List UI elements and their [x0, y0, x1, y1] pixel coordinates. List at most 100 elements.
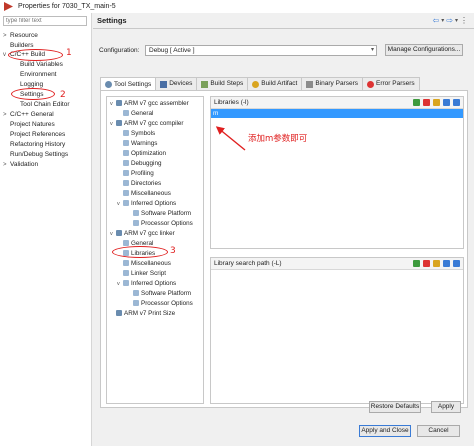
nav-item-environment[interactable]: Environment — [20, 70, 57, 79]
tree-item-linker-software-platform[interactable]: Software Platform — [133, 289, 191, 298]
tree-item-optimization[interactable]: Optimization — [123, 149, 166, 158]
tab-binary-parsers[interactable]: Binary Parsers — [301, 77, 363, 90]
highlight-circle — [11, 88, 55, 100]
tool-settings-icon — [105, 81, 112, 88]
tree-item-linker-miscellaneous[interactable]: Miscellaneous — [123, 259, 171, 268]
tree-item-profiling[interactable]: Profiling — [123, 169, 154, 178]
option-icon — [123, 190, 129, 196]
nav-item-resource[interactable]: > Resource — [3, 31, 38, 41]
settings-header: Settings ⇦ ▾ ⇨ ▾ ⋮ — [93, 13, 474, 29]
apply-and-close-button[interactable]: Apply and Close — [359, 425, 411, 437]
move-up-icon[interactable] — [443, 99, 450, 106]
move-up-icon[interactable] — [443, 260, 450, 267]
option-icon — [123, 260, 129, 266]
view-menu-icon[interactable]: ⋮ — [460, 16, 468, 25]
tree-item-compiler-miscellaneous[interactable]: Miscellaneous — [123, 189, 171, 198]
edit-icon[interactable] — [433, 99, 440, 106]
tree-item-gcc-compiler[interactable]: v ARM v7 gcc compiler — [110, 119, 184, 129]
tree-item-compiler-inferred-options[interactable]: v Inferred Options — [117, 199, 176, 209]
move-down-icon[interactable] — [453, 260, 460, 267]
configuration-select[interactable]: Debug [ Active ] ▾ — [145, 44, 377, 56]
tree-item-warnings[interactable]: Warnings — [123, 139, 157, 148]
back-arrow-icon[interactable]: ⇦ — [433, 16, 440, 25]
cancel-button[interactable]: Cancel — [417, 425, 460, 437]
tree-item-linker-inferred-options[interactable]: v Inferred Options — [117, 279, 176, 289]
highlight-circle — [112, 246, 168, 258]
move-down-icon[interactable] — [453, 99, 460, 106]
configuration-label: Configuration: — [99, 46, 140, 54]
option-icon — [123, 280, 129, 286]
tree-item-symbols[interactable]: Symbols — [123, 129, 155, 138]
library-item[interactable]: m — [211, 109, 463, 118]
tool-icon — [116, 100, 122, 106]
delete-icon[interactable] — [423, 99, 430, 106]
build-artifact-icon — [252, 80, 260, 88]
tree-item-compiler-processor-options[interactable]: Processor Options — [133, 219, 193, 228]
forward-arrow-icon[interactable]: ⇨ — [446, 16, 453, 25]
title-bar: Properties for 7030_TX_main-5 — [0, 0, 474, 13]
option-icon — [133, 290, 139, 296]
option-icon — [133, 300, 139, 306]
filter-input[interactable] — [3, 16, 87, 26]
libraries-panel: Libraries (-l) m — [210, 96, 464, 249]
tool-icon — [116, 310, 122, 316]
tree-item-debugging[interactable]: Debugging — [123, 159, 161, 168]
add-icon[interactable] — [413, 99, 420, 106]
edit-icon[interactable] — [433, 260, 440, 267]
build-steps-icon — [201, 80, 209, 88]
tree-item-linker-processor-options[interactable]: Processor Options — [133, 299, 193, 308]
tree-item-gcc-assembler[interactable]: v ARM v7 gcc assembler — [110, 99, 189, 109]
highlight-circle — [8, 49, 63, 61]
app-icon — [4, 2, 13, 11]
option-icon — [133, 220, 139, 226]
option-icon — [123, 200, 129, 206]
delete-icon[interactable] — [423, 260, 430, 267]
option-icon — [123, 130, 129, 136]
configuration-row: Configuration: Debug [ Active ] ▾ Manage… — [99, 44, 469, 56]
tree-item-linker-script[interactable]: Linker Script — [123, 269, 166, 278]
tree-item-assembler-general[interactable]: General — [123, 109, 153, 118]
nav-item-validation[interactable]: > Validation — [3, 160, 38, 170]
libraries-title: Libraries (-l) — [214, 99, 249, 106]
option-icon — [123, 110, 129, 116]
tree-item-print-size[interactable]: ARM v7 Print Size — [116, 309, 175, 318]
option-icon — [123, 270, 129, 276]
nav-item-tool-chain-editor[interactable]: Tool Chain Editor — [20, 100, 70, 109]
error-parsers-icon — [367, 80, 374, 88]
step-marker: 1 — [66, 48, 72, 58]
settings-tabs: Tool Settings Devices Build Steps Build … — [100, 77, 420, 91]
add-icon[interactable] — [413, 260, 420, 267]
tab-devices[interactable]: Devices — [155, 77, 198, 90]
option-icon — [123, 160, 129, 166]
step-marker: 2 — [60, 90, 66, 100]
manage-configurations-button[interactable]: Manage Configurations... — [385, 44, 463, 56]
back-dropdown-icon[interactable]: ▾ — [441, 17, 444, 24]
chevron-down-icon: ▾ — [370, 46, 374, 53]
tab-tool-settings[interactable]: Tool Settings — [100, 77, 157, 91]
restore-defaults-button[interactable]: Restore Defaults — [369, 401, 421, 413]
nav-item-build-variables[interactable]: Build Variables — [20, 60, 63, 69]
page-title: Settings — [97, 16, 127, 25]
option-icon — [133, 210, 139, 216]
option-icon — [123, 140, 129, 146]
nav-item-cc-general[interactable]: > C/C++ General — [3, 110, 54, 120]
nav-item-project-references[interactable]: Project References — [10, 130, 65, 139]
nav-pane: >Resource Builders vC/C++ Build Build Va… — [0, 13, 92, 446]
library-search-path-panel: Library search path (-L) — [210, 257, 464, 404]
library-search-path-header: Library search path (-L) — [211, 258, 463, 270]
tab-build-artifact[interactable]: Build Artifact — [247, 77, 303, 90]
tab-error-parsers[interactable]: Error Parsers — [362, 77, 420, 90]
forward-dropdown-icon[interactable]: ▾ — [455, 17, 458, 24]
libraries-header: Libraries (-l) — [211, 97, 463, 109]
tree-item-compiler-software-platform[interactable]: Software Platform — [133, 209, 191, 218]
nav-item-refactoring-history[interactable]: Refactoring History — [10, 140, 65, 149]
step-marker: 3 — [170, 246, 176, 256]
nav-item-project-natures[interactable]: Project Natures — [10, 120, 55, 129]
settings-pane: Settings ⇦ ▾ ⇨ ▾ ⋮ Configuration: Debug … — [93, 13, 474, 446]
tree-item-gcc-linker[interactable]: v ARM v7 gcc linker — [110, 229, 175, 239]
tab-build-steps[interactable]: Build Steps — [196, 77, 249, 90]
nav-item-run-debug-settings[interactable]: Run/Debug Settings — [10, 150, 68, 159]
tree-item-directories[interactable]: Directories — [123, 179, 161, 188]
option-icon — [123, 170, 129, 176]
apply-button[interactable]: Apply — [431, 401, 461, 413]
